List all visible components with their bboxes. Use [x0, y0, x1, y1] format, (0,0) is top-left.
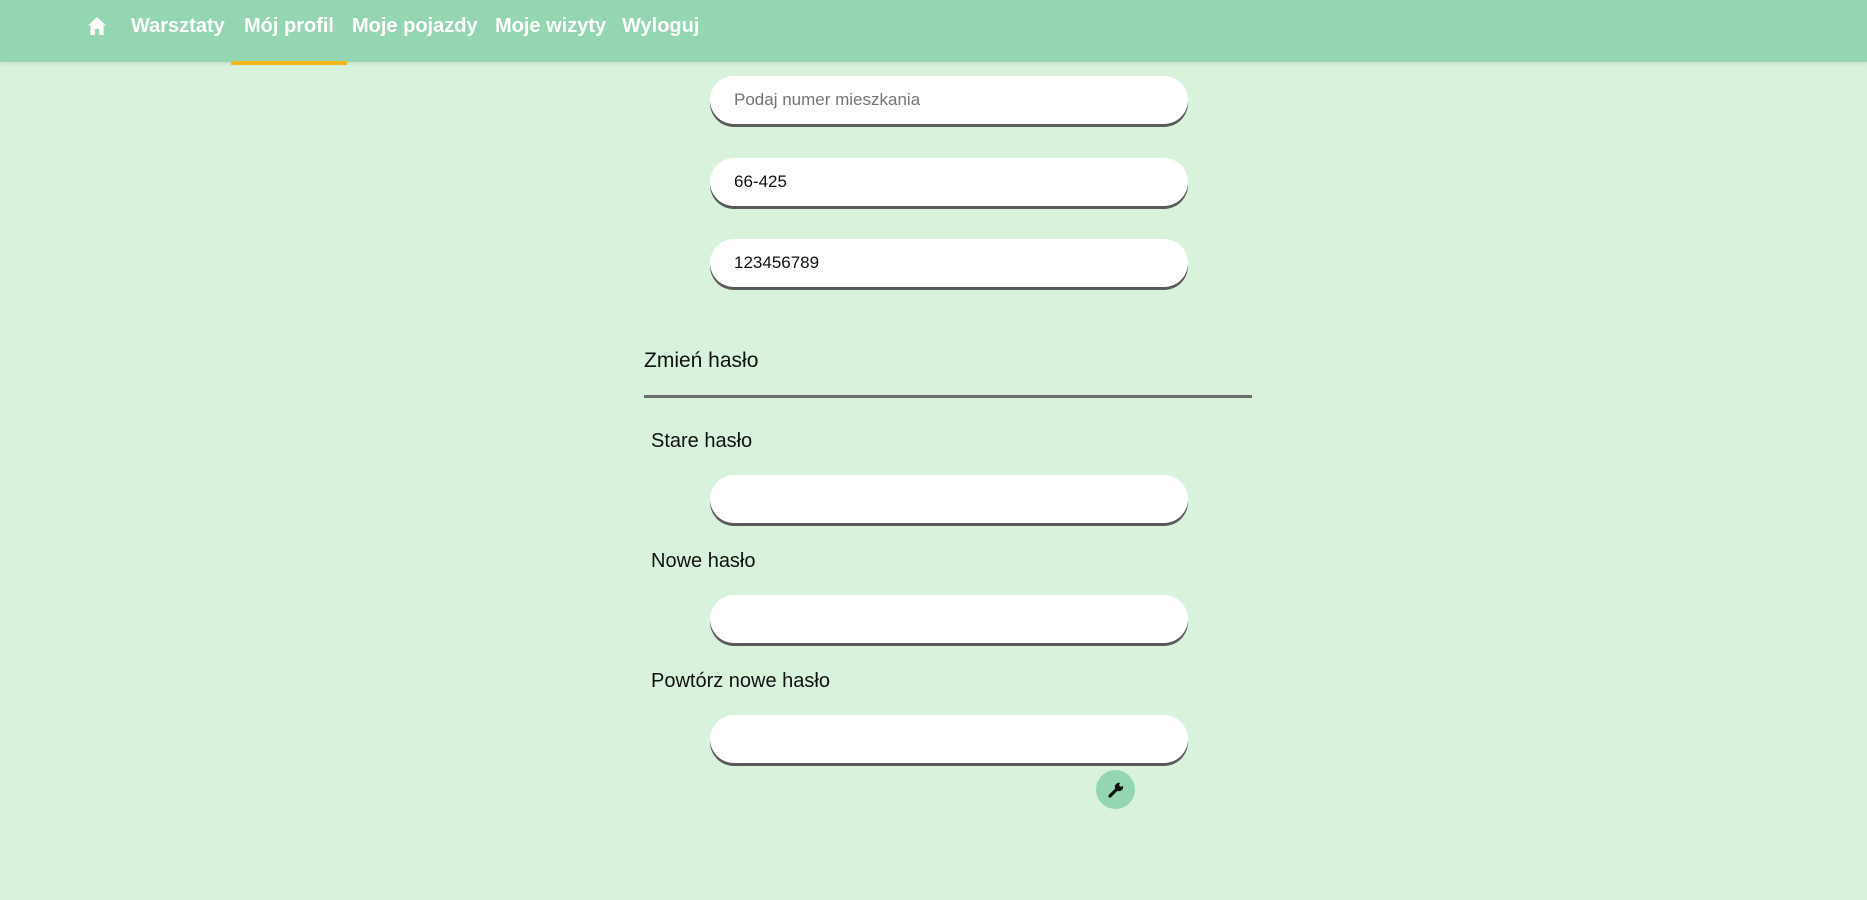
change-password-heading: Zmień hasło — [644, 349, 759, 372]
nav-item-moje-wizyty[interactable]: Moje wizyty — [495, 0, 606, 62]
postal-code-input[interactable] — [710, 158, 1188, 206]
old-password-label: Stare hasło — [651, 430, 753, 452]
home-link[interactable] — [84, 13, 110, 39]
repeat-password-input[interactable] — [710, 715, 1188, 763]
section-divider — [644, 395, 1252, 398]
new-password-input[interactable] — [710, 595, 1188, 643]
nav-item-moj-profil[interactable]: Mój profil — [231, 0, 347, 65]
old-password-input[interactable] — [710, 475, 1188, 523]
change-password-submit-button[interactable] — [1096, 770, 1135, 809]
wrench-icon — [1107, 782, 1123, 798]
home-icon — [88, 17, 106, 35]
apartment-number-input[interactable] — [710, 76, 1188, 124]
repeat-password-label: Powtórz nowe hasło — [651, 670, 830, 692]
nav-item-warsztaty[interactable]: Warsztaty — [131, 0, 225, 62]
new-password-label: Nowe hasło — [651, 550, 756, 572]
top-navbar: Warsztaty Mój profil Moje pojazdy Moje w… — [0, 0, 1867, 65]
nav-item-moje-pojazdy[interactable]: Moje pojazdy — [352, 0, 478, 62]
phone-number-input[interactable] — [710, 239, 1188, 287]
nav-item-wyloguj[interactable]: Wyloguj — [622, 0, 699, 62]
